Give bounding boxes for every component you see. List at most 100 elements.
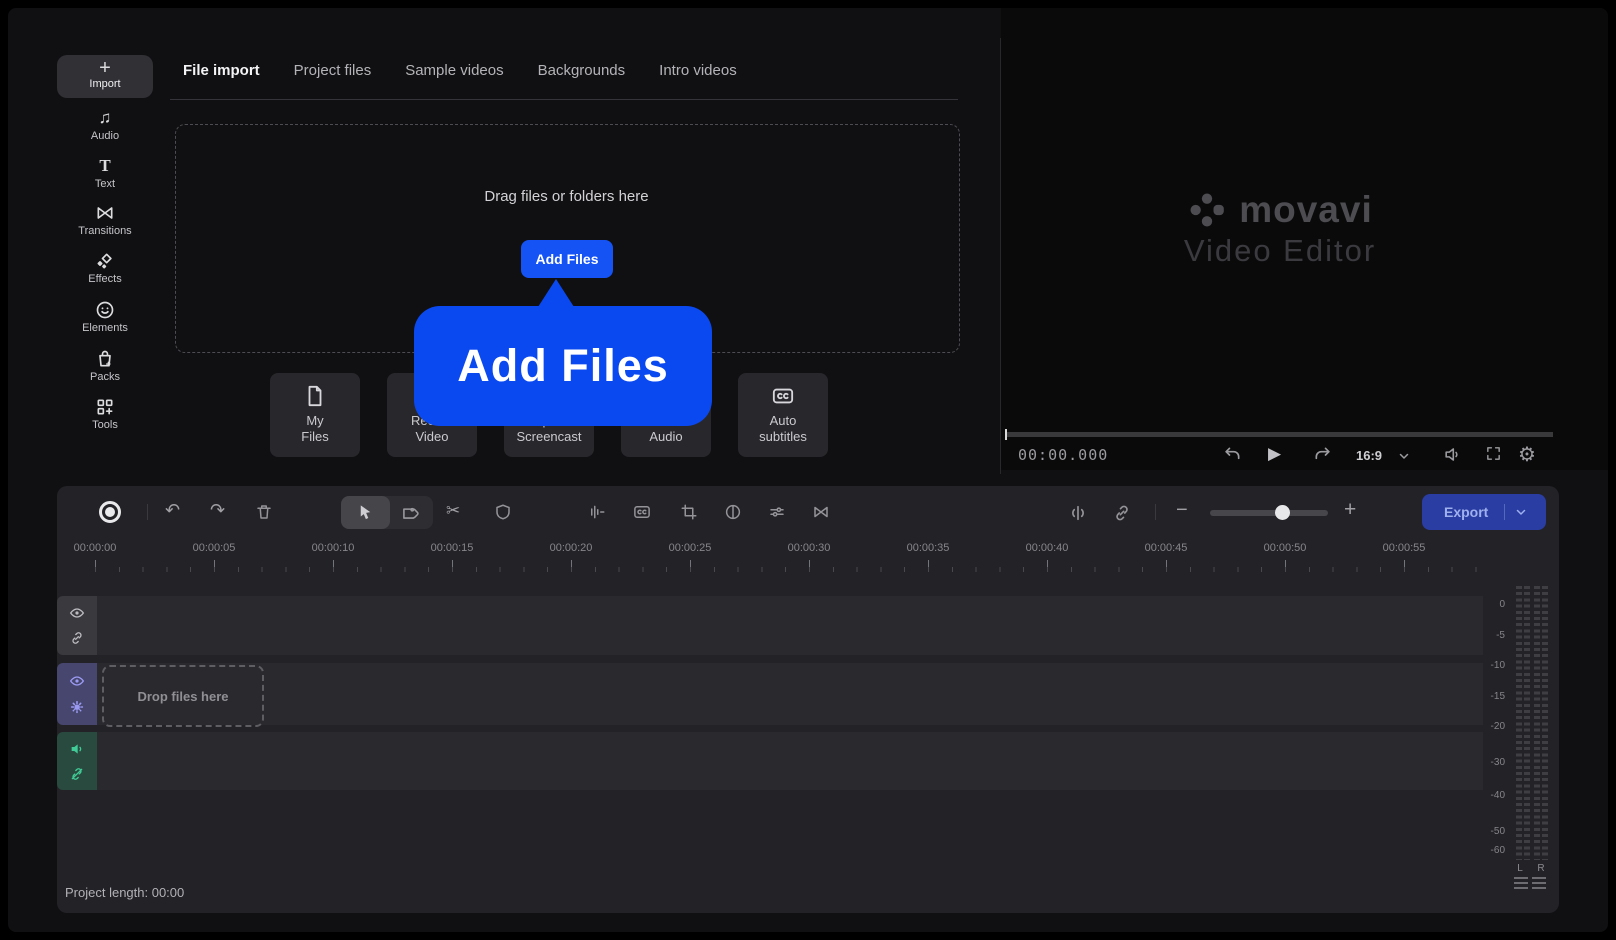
export-chevron-icon[interactable] <box>1515 506 1527 518</box>
zoom-out-button[interactable]: − <box>1176 499 1188 522</box>
ruler-label: 00:00:20 <box>549 542 593 554</box>
adjustments-icon[interactable] <box>768 503 786 521</box>
video-track[interactable] <box>97 663 1483 725</box>
meter-tick: 0 <box>1499 599 1505 610</box>
sidebar: + Import ♫ Audio T Text Transitions Effe… <box>57 8 153 478</box>
sidebar-item-transitions[interactable]: Transitions <box>57 203 153 237</box>
ruler-label: 00:00:15 <box>430 542 474 554</box>
my-files-card[interactable]: My Files <box>270 373 360 457</box>
callout-arrow <box>538 279 574 307</box>
meter-tick: -50 <box>1490 826 1505 837</box>
bag-plus-icon <box>95 349 115 369</box>
timeline-zoom-knob[interactable] <box>1275 505 1290 520</box>
meter-tick: -20 <box>1490 721 1505 732</box>
level-meter-bar <box>1524 586 1530 860</box>
sidebar-item-import[interactable]: + Import <box>57 55 153 98</box>
project-length: Project length: 00:00 <box>65 885 185 900</box>
gear-icon[interactable]: ⚙ <box>1518 442 1536 467</box>
subtitles-icon[interactable] <box>633 503 651 521</box>
tab-project-files[interactable]: Project files <box>294 60 372 81</box>
meter-tick: -5 <box>1496 630 1505 641</box>
cut-icon[interactable]: ✂ <box>446 501 460 521</box>
ruler-minor-ticks[interactable] <box>95 567 1477 572</box>
ruler-label: 00:00:50 <box>1263 542 1307 554</box>
preview-timecode: 00:00.000 <box>1018 446 1109 464</box>
sidebar-item-text[interactable]: T Text <box>57 155 153 190</box>
eye-icon[interactable] <box>69 673 85 689</box>
ruler-label: 00:00:30 <box>787 542 831 554</box>
card-label-line: Files <box>301 429 329 444</box>
add-files-callout: Add Files <box>414 306 712 426</box>
play-button[interactable]: ▶ <box>1268 444 1281 464</box>
add-files-button[interactable]: Add Files <box>521 240 613 278</box>
preview-seekbar[interactable] <box>1005 432 1553 437</box>
movavi-clover-icon <box>1187 190 1227 230</box>
resize-grip[interactable] <box>1514 877 1546 889</box>
meter-tick: -10 <box>1490 660 1505 671</box>
smiley-icon <box>95 300 115 320</box>
meter-tick: -40 <box>1490 790 1505 801</box>
audio-sync-icon[interactable] <box>588 503 606 521</box>
sidebar-item-label: Text <box>94 178 116 190</box>
meter-tick: -15 <box>1490 691 1505 702</box>
link-clips-icon[interactable] <box>1112 503 1132 523</box>
tab-intro-videos[interactable]: Intro videos <box>659 60 737 81</box>
speaker-icon[interactable] <box>1443 445 1462 464</box>
card-label-line: Audio <box>649 429 683 444</box>
audio-track[interactable] <box>97 732 1483 790</box>
preview-playhead[interactable] <box>1005 429 1007 440</box>
sidebar-item-effects[interactable]: Effects <box>57 251 153 285</box>
meter-tick: -30 <box>1490 757 1505 768</box>
sidebar-item-label: Tools <box>92 419 118 431</box>
app-window: + Import ♫ Audio T Text Transitions Effe… <box>8 8 1608 932</box>
card-label-line: Auto <box>769 413 797 428</box>
fullscreen-icon[interactable] <box>1485 445 1502 462</box>
tab-backgrounds[interactable]: Backgrounds <box>538 60 626 81</box>
ruler-label: 00:00:25 <box>668 542 712 554</box>
snap-icon[interactable] <box>69 699 85 715</box>
import-tabs: File import Project files Sample videos … <box>183 60 737 81</box>
timeline-zoom-slider[interactable] <box>1210 510 1328 516</box>
dropzone-hint: Drag files or folders here <box>484 188 649 205</box>
eye-icon[interactable] <box>69 605 85 621</box>
contrast-icon[interactable] <box>724 503 742 521</box>
trash-icon[interactable] <box>255 503 273 521</box>
sidebar-item-tools[interactable]: Tools <box>57 397 153 431</box>
overlay-track[interactable] <box>97 596 1483 655</box>
undo-icon[interactable]: ↶ <box>165 500 180 521</box>
export-divider <box>1504 504 1506 520</box>
marker-tool-icon[interactable] <box>400 503 419 522</box>
chevron-down-icon[interactable] <box>1398 450 1410 462</box>
tab-sample-videos[interactable]: Sample videos <box>405 60 503 81</box>
audio-track-header <box>57 732 97 790</box>
sidebar-item-audio[interactable]: ♫ Audio <box>57 107 153 142</box>
shield-icon[interactable] <box>494 503 512 521</box>
sidebar-item-packs[interactable]: Packs <box>57 349 153 383</box>
unlink-icon[interactable] <box>69 766 85 782</box>
aspect-ratio-select[interactable]: 16:9 <box>1356 448 1382 463</box>
redo-icon[interactable]: ↷ <box>210 500 225 521</box>
speaker-icon[interactable] <box>69 741 85 757</box>
grip-lines <box>1514 877 1528 889</box>
sidebar-item-elements[interactable]: Elements <box>57 300 153 334</box>
ruler-label: 00:00:35 <box>906 542 950 554</box>
record-button[interactable] <box>99 501 121 523</box>
sparkle-icon <box>95 251 115 271</box>
skip-forward-icon[interactable] <box>1313 445 1333 465</box>
pointer-tool-icon[interactable] <box>356 503 375 522</box>
audio-normalize-icon[interactable] <box>1068 503 1088 523</box>
skip-back-icon[interactable] <box>1222 445 1242 465</box>
zoom-in-button[interactable]: + <box>1344 498 1356 522</box>
transition-cut-icon[interactable] <box>812 503 830 521</box>
card-label-line: Screencast <box>516 429 582 444</box>
ruler-label: 00:00:10 <box>311 542 355 554</box>
auto-subtitles-card[interactable]: Auto subtitles <box>738 373 828 457</box>
toolbar-divider <box>1155 504 1156 520</box>
export-button[interactable]: Export <box>1422 494 1546 530</box>
text-icon: T <box>99 156 111 175</box>
crop-icon[interactable] <box>680 503 698 521</box>
ruler-label: 00:00:40 <box>1025 542 1069 554</box>
meter-channel-right: R <box>1537 863 1545 874</box>
tab-file-import[interactable]: File import <box>183 60 260 81</box>
link-icon[interactable] <box>69 630 85 646</box>
